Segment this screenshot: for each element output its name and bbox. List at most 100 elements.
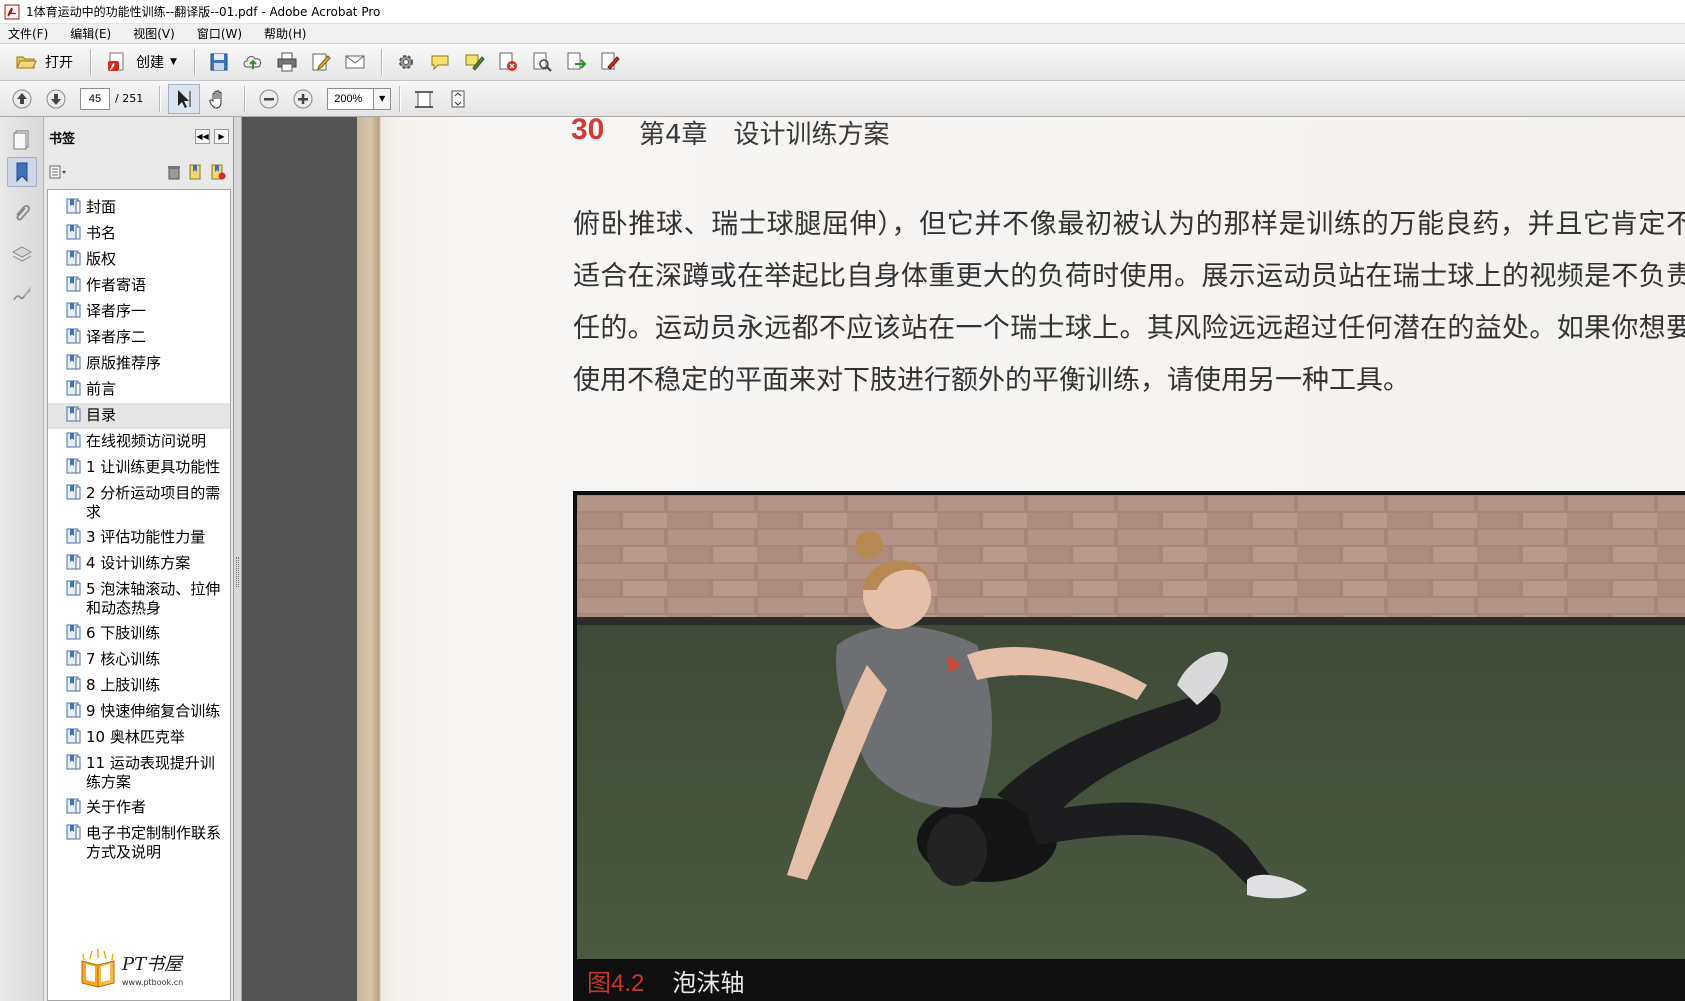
page-total: / 251	[115, 92, 144, 105]
email-button[interactable]	[339, 47, 371, 77]
layers-button[interactable]	[7, 239, 37, 269]
select-tool-button[interactable]	[168, 83, 201, 114]
expand-bookmark-button[interactable]	[207, 161, 229, 183]
hand-tool-button[interactable]	[202, 84, 234, 114]
bookmark-label: 3 评估功能性力量	[86, 528, 206, 546]
bookmark-label: 前言	[86, 380, 117, 398]
bookmark-label: 4 设计训练方案	[86, 554, 191, 572]
comment-button[interactable]	[424, 47, 456, 77]
zoom-selector[interactable]: ▼	[327, 87, 392, 110]
redact-button[interactable]	[492, 47, 524, 77]
attachments-button[interactable]	[7, 199, 37, 229]
bookmark-label: 在线视频访问说明	[86, 432, 207, 450]
highlight-button[interactable]	[458, 47, 490, 77]
paperclip-icon	[16, 205, 30, 221]
acrobat-app-icon[interactable]	[4, 4, 20, 20]
bookmark-item[interactable]: 译者序一	[48, 299, 230, 325]
bookmark-item[interactable]: 版权	[48, 247, 230, 273]
figure-label: 图4.2	[587, 969, 645, 997]
document-viewport[interactable]: 30 第4章 设计训练方案 俯卧推球、瑞士球腿屈伸），但它并不像最初被认为的那样…	[242, 117, 1685, 1001]
figure-caption: 图4.2 泡沫轴	[577, 959, 1685, 1001]
open-button[interactable]: 打开	[8, 48, 80, 76]
edit-document-icon	[312, 53, 331, 71]
bookmarks-title: 书签	[49, 131, 76, 147]
upload-button[interactable]	[237, 47, 269, 77]
zoom-in-button[interactable]	[287, 84, 319, 114]
bookmark-item[interactable]: 作者寄语	[48, 273, 230, 299]
bookmark-label: 11 运动表现提升训练方案	[86, 754, 215, 791]
bookmark-item[interactable]: 封面	[48, 195, 230, 221]
bookmark-item[interactable]: 10 奥林匹克举	[48, 725, 230, 751]
print-button[interactable]	[271, 47, 303, 77]
bookmark-options-button[interactable]	[47, 161, 69, 183]
bookmark-icon	[65, 328, 82, 345]
bookmark-label: 9 快速伸缩复合训练	[86, 702, 221, 720]
bookmarks-panel: 书签 ◀◀ ▶ 封面 书名 版权 作者寄语 译者序一 译者序二 原版推荐序前言目录在线视频访…	[44, 117, 234, 1001]
bookmark-item[interactable]: 在线视频访问说明	[48, 429, 230, 455]
page-thumbnails-button[interactable]	[7, 125, 37, 155]
bookmark-label: 5 泡沫轴滚动、拉伸和动态热身	[86, 580, 221, 617]
bookmark-icon	[65, 224, 82, 241]
bookmark-item[interactable]: 目录	[48, 403, 230, 429]
settings-button[interactable]	[390, 47, 422, 77]
menu-edit[interactable]: 编辑(E)	[68, 25, 113, 42]
delete-bookmark-button[interactable]	[163, 161, 185, 183]
bookmark-item[interactable]: 3 评估功能性力量	[48, 525, 230, 551]
collapse-panel-icon[interactable]: ◀◀	[195, 129, 210, 144]
protect-button[interactable]	[526, 47, 558, 77]
zoom-input[interactable]	[327, 87, 374, 110]
bookmark-item[interactable]: 4 设计训练方案	[48, 551, 230, 577]
bookmark-label: 10 奥林匹克举	[86, 728, 185, 746]
bookmark-label: 关于作者	[86, 798, 147, 816]
save-button[interactable]	[203, 47, 235, 77]
toolbar-separator	[244, 85, 246, 112]
bookmark-icon	[65, 354, 82, 371]
bookmark-item[interactable]: 前言	[48, 377, 230, 403]
bookmark-item[interactable]: 11 运动表现提升训练方案	[48, 751, 230, 795]
menu-view[interactable]: 视图(V)	[131, 25, 177, 42]
bookmark-item[interactable]: 1 让训练更具功能性	[48, 455, 230, 481]
bookmark-item[interactable]: 原版推荐序	[48, 351, 230, 377]
next-page-button[interactable]	[40, 84, 72, 114]
bookmark-icon	[65, 528, 82, 545]
bookmark-item[interactable]: 2 分析运动项目的需求	[48, 481, 230, 525]
signatures-button[interactable]	[7, 279, 37, 309]
panel-splitter[interactable]	[234, 117, 242, 1001]
menu-window[interactable]: 窗口(W)	[195, 25, 244, 42]
comment-bubble-icon	[431, 55, 449, 71]
bookmarks-panel-button[interactable]	[7, 157, 37, 187]
navigation-toolbar: / 251 ▼	[0, 81, 1685, 117]
folder-open-icon	[16, 56, 37, 69]
bookmark-label: 6 下肢训练	[86, 624, 161, 642]
bookmark-item[interactable]: 书名	[48, 221, 230, 247]
bookmark-item[interactable]: 电子书定制制作联系方式及说明	[48, 821, 230, 865]
panel-options-icon[interactable]: ▶	[214, 129, 229, 144]
bookmark-item[interactable]: 7 核心训练	[48, 647, 230, 673]
new-bookmark-button[interactable]	[185, 161, 207, 183]
bookmark-icon	[65, 824, 82, 841]
menu-file[interactable]: 文件(F)	[6, 25, 50, 42]
navigation-panel-rail	[0, 117, 44, 1001]
edit-button[interactable]	[305, 47, 337, 77]
fit-width-button[interactable]	[408, 84, 440, 114]
bookmark-label: 7 核心训练	[86, 650, 161, 668]
zoom-out-button[interactable]	[253, 84, 285, 114]
create-button[interactable]: 创建 ▼	[99, 48, 184, 76]
page-number-input[interactable]	[80, 87, 110, 110]
bookmark-icon	[65, 432, 82, 449]
export-button[interactable]	[560, 47, 592, 77]
bookmark-icon	[65, 484, 82, 501]
splitter-grip[interactable]	[236, 557, 239, 587]
previous-page-button[interactable]	[6, 84, 38, 114]
fit-page-button[interactable]	[442, 84, 474, 114]
bookmark-item[interactable]: 8 上肢训练	[48, 673, 230, 699]
zoom-dropdown-icon[interactable]: ▼	[373, 87, 392, 110]
bookmark-item[interactable]: 关于作者	[48, 795, 230, 821]
bookmark-item[interactable]: 5 泡沫轴滚动、拉伸和动态热身	[48, 577, 230, 621]
sign-button[interactable]	[594, 47, 626, 77]
bookmark-item[interactable]: 9 快速伸缩复合训练	[48, 699, 230, 725]
open-label: 打开	[45, 55, 73, 71]
menu-help[interactable]: 帮助(H)	[262, 25, 308, 42]
bookmark-item[interactable]: 译者序二	[48, 325, 230, 351]
bookmark-item[interactable]: 6 下肢训练	[48, 621, 230, 647]
